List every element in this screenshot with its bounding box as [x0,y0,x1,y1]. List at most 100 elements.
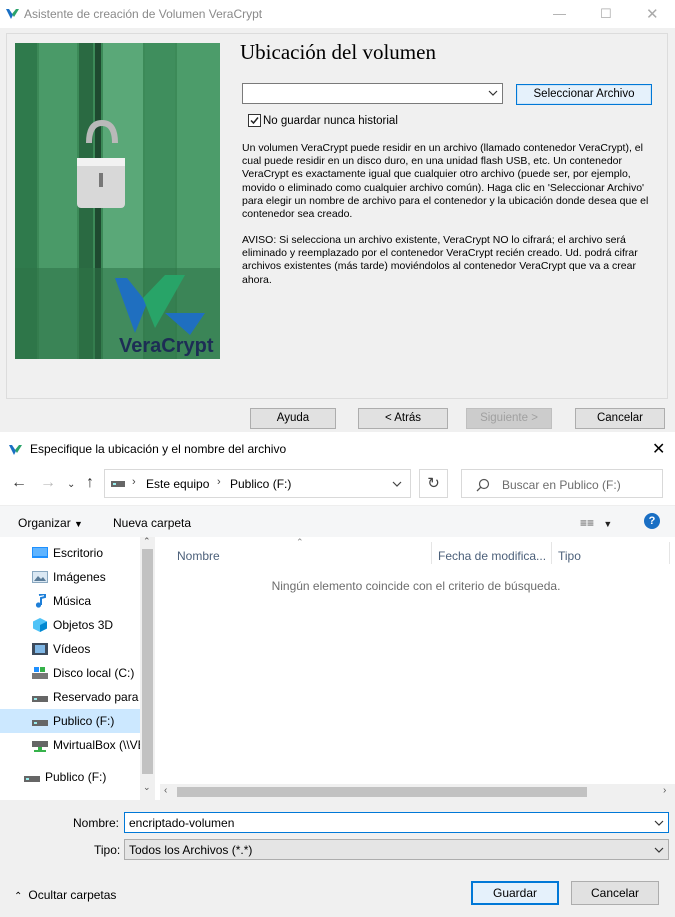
search-icon [476,478,490,492]
sort-ascending-icon: ⌃ [296,537,304,547]
drive-icon [32,696,48,702]
horizontal-scrollbar[interactable]: ‹ › [160,784,675,800]
refresh-button[interactable]: ↻ [419,469,448,498]
dialog-cancel-button[interactable]: Cancelar [571,881,659,905]
dialog-titlebar: Especifique la ubicación y el nombre del… [0,432,675,466]
chevron-down-icon: ▼ [74,519,83,529]
chevron-down-icon[interactable] [488,87,498,99]
sidebar-item-publico-root[interactable]: Publico (F:) [0,765,140,789]
hide-folders-toggle[interactable]: ⌃ Ocultar carpetas [14,888,116,902]
sidebar-item-label: Publico (F:) [53,714,115,728]
sidebar-item-label: Escritorio [53,546,104,560]
maximize-icon[interactable]: ☐ [600,6,612,22]
scroll-left-icon[interactable]: ‹ [164,785,167,796]
help-icon[interactable]: ? [644,513,660,529]
checkmark-icon [250,117,259,125]
scroll-up-icon[interactable]: ⌃ [143,536,151,547]
sidebar-item-objetos-3d[interactable]: Objetos 3D [0,613,140,637]
command-bar: Organizar ▼ Nueva carpeta ≡≡ ▼ ? [0,505,675,537]
next-button[interactable]: Siguiente > [466,408,552,429]
column-header-date[interactable]: Fecha de modifica... [438,549,546,563]
sidebar-item-reservado[interactable]: Reservado para el sistema [0,685,140,709]
breadcrumb-item-publico[interactable]: Publico (F:) [230,477,291,491]
videos-icon [32,643,48,655]
forward-arrow-icon[interactable]: → [40,474,56,492]
help-button[interactable]: Ayuda [250,408,336,429]
volume-path-combobox[interactable] [242,83,503,104]
scrollbar-thumb[interactable] [177,787,587,797]
sidebar-item-videos[interactable]: Vídeos [0,637,140,661]
wizard-titlebar: Asistente de creación de Volumen VeraCry… [0,0,675,28]
page-title: Ubicación del volumen [240,40,436,64]
drive-icon [32,667,48,679]
sidebar-item-label: Vídeos [53,642,91,656]
sidebar-item-label: Objetos 3D [53,618,114,632]
close-icon[interactable]: ✕ [646,5,659,23]
drive-icon [24,776,40,782]
organize-label: Organizar [18,516,71,530]
sidebar-item-label: Disco local (C:) [53,666,135,680]
select-file-button[interactable]: Seleccionar Archivo [516,84,652,105]
dialog-footer: Nombre: encriptado-volumen Tipo: Todos l… [0,800,675,917]
breadcrumb-separator-icon: › [132,476,136,488]
file-type-select[interactable]: Todos los Archivos (*.*) [124,839,669,860]
sidebar-item-label: Reservado para el sistema [53,690,140,704]
back-arrow-icon[interactable]: ← [11,474,27,492]
cancel-button[interactable]: Cancelar [575,408,665,429]
sidebar-item-imagenes[interactable]: Imágenes [0,565,140,589]
objects-3d-icon [33,618,47,632]
wizard-title: Asistente de creación de Volumen VeraCry… [24,7,263,21]
recent-locations-chevron-icon[interactable]: ⌄ [67,479,75,490]
empty-results-message: Ningún elemento coincide con el criterio… [271,579,561,593]
navigation-scrollbar[interactable]: ⌃ ⌄ [140,536,155,800]
veracrypt-padlock-image: VeraCrypt [15,43,220,359]
file-name-input[interactable]: encriptado-volumen [124,812,669,833]
breadcrumb-separator-icon: › [217,476,221,488]
veracrypt-brand-text: VeraCrypt [119,335,214,357]
minimize-icon[interactable]: — [553,6,566,21]
hide-folders-label: Ocultar carpetas [28,888,117,902]
back-button[interactable]: < Atrás [358,408,448,429]
chevron-down-icon[interactable] [392,480,402,488]
column-separator[interactable] [551,542,552,564]
up-arrow-icon[interactable]: ↑ [86,474,94,492]
file-type-label: Tipo: [94,843,121,857]
sidebar-item-musica[interactable]: Música [0,589,140,613]
scrollbar-thumb[interactable] [142,549,153,774]
network-drive-icon [32,741,48,752]
organize-button[interactable]: Organizar ▼ [18,516,83,530]
sidebar-item-label: Música [53,594,92,608]
sidebar-item-label: MvirtualBox (\\VBoxSvr) [53,738,140,752]
file-name-value: encriptado-volumen [129,816,235,830]
dialog-title: Especifique la ubicación y el nombre del… [30,442,287,456]
chevron-up-icon: ⌃ [14,891,23,902]
sidebar-item-escritorio[interactable]: Escritorio [0,541,140,565]
scroll-down-icon[interactable]: ⌄ [143,782,151,793]
column-separator[interactable] [431,542,432,564]
file-type-value: Todos los Archivos (*.*) [129,843,253,857]
desktop-icon [32,547,48,558]
file-name-label: Nombre: [73,816,120,830]
music-icon [35,594,46,608]
address-bar[interactable]: › Este equipo › Publico (F:) [104,469,411,498]
column-separator[interactable] [669,542,670,564]
column-header-type[interactable]: Tipo [558,549,581,563]
save-file-dialog: Especifique la ubicación y el nombre del… [0,432,675,917]
never-save-history-checkbox[interactable] [248,114,261,127]
pictures-icon [32,571,48,583]
sidebar-item-disco-local[interactable]: Disco local (C:) [0,661,140,685]
column-header-name[interactable]: Nombre [177,549,220,563]
view-options-button[interactable]: ≡≡ ▼ [580,516,612,530]
chevron-down-icon[interactable] [654,844,664,856]
sidebar-item-mvirtualbox[interactable]: MvirtualBox (\\VBoxSvr) [0,733,140,757]
save-button[interactable]: Guardar [471,881,559,905]
close-icon[interactable]: ✕ [652,439,665,459]
sidebar-item-publico[interactable]: Publico (F:) [0,709,140,733]
scroll-right-icon[interactable]: › [663,785,666,796]
chevron-down-icon[interactable] [654,817,664,829]
never-save-history-label[interactable]: No guardar nunca historial [263,115,398,127]
search-input[interactable]: Buscar en Publico (F:) [461,469,663,498]
warning-paragraph: AVISO: Si selecciona un archivo existent… [242,234,638,286]
breadcrumb-item-este-equipo[interactable]: Este equipo [146,477,209,491]
new-folder-button[interactable]: Nueva carpeta [113,516,191,530]
